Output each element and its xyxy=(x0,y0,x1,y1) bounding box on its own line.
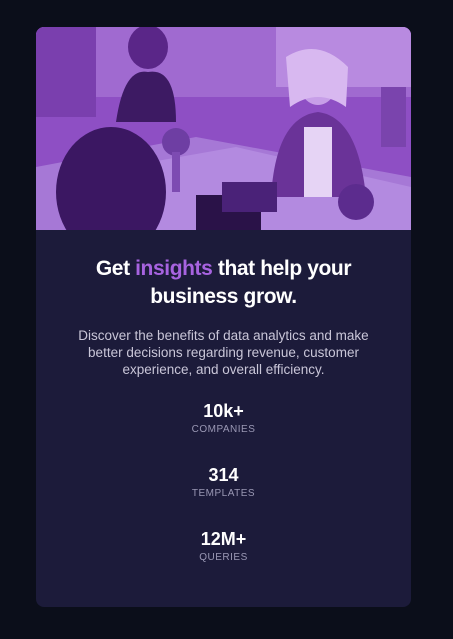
stats-list: 10k+ COMPANIES 314 TEMPLATES 12M+ QUERIE… xyxy=(36,400,411,592)
stat-value: 10k+ xyxy=(203,401,244,421)
stat-label: TEMPLATES xyxy=(191,488,256,499)
stat-companies: 10k+ COMPANIES xyxy=(36,400,411,464)
headline-accent: insights xyxy=(135,257,213,280)
stat-value: 314 xyxy=(208,465,239,485)
stat-queries: 12M+ QUERIES xyxy=(36,528,411,592)
stats-preview-card: Get insights that help your business gro… xyxy=(36,27,411,607)
stat-label: COMPANIES xyxy=(191,424,256,435)
stat-templates: 314 TEMPLATES xyxy=(36,464,411,528)
hero-image xyxy=(36,27,411,230)
stat-value: 12M+ xyxy=(200,529,247,549)
description: Discover the benefits of data analytics … xyxy=(78,328,369,377)
stat-label: QUERIES xyxy=(199,552,248,563)
headline: Get insights that help your business gro… xyxy=(74,255,374,311)
card-content: Get insights that help your business gro… xyxy=(36,230,411,592)
headline-lead: Get xyxy=(95,257,136,280)
office-team-photo xyxy=(36,27,411,230)
